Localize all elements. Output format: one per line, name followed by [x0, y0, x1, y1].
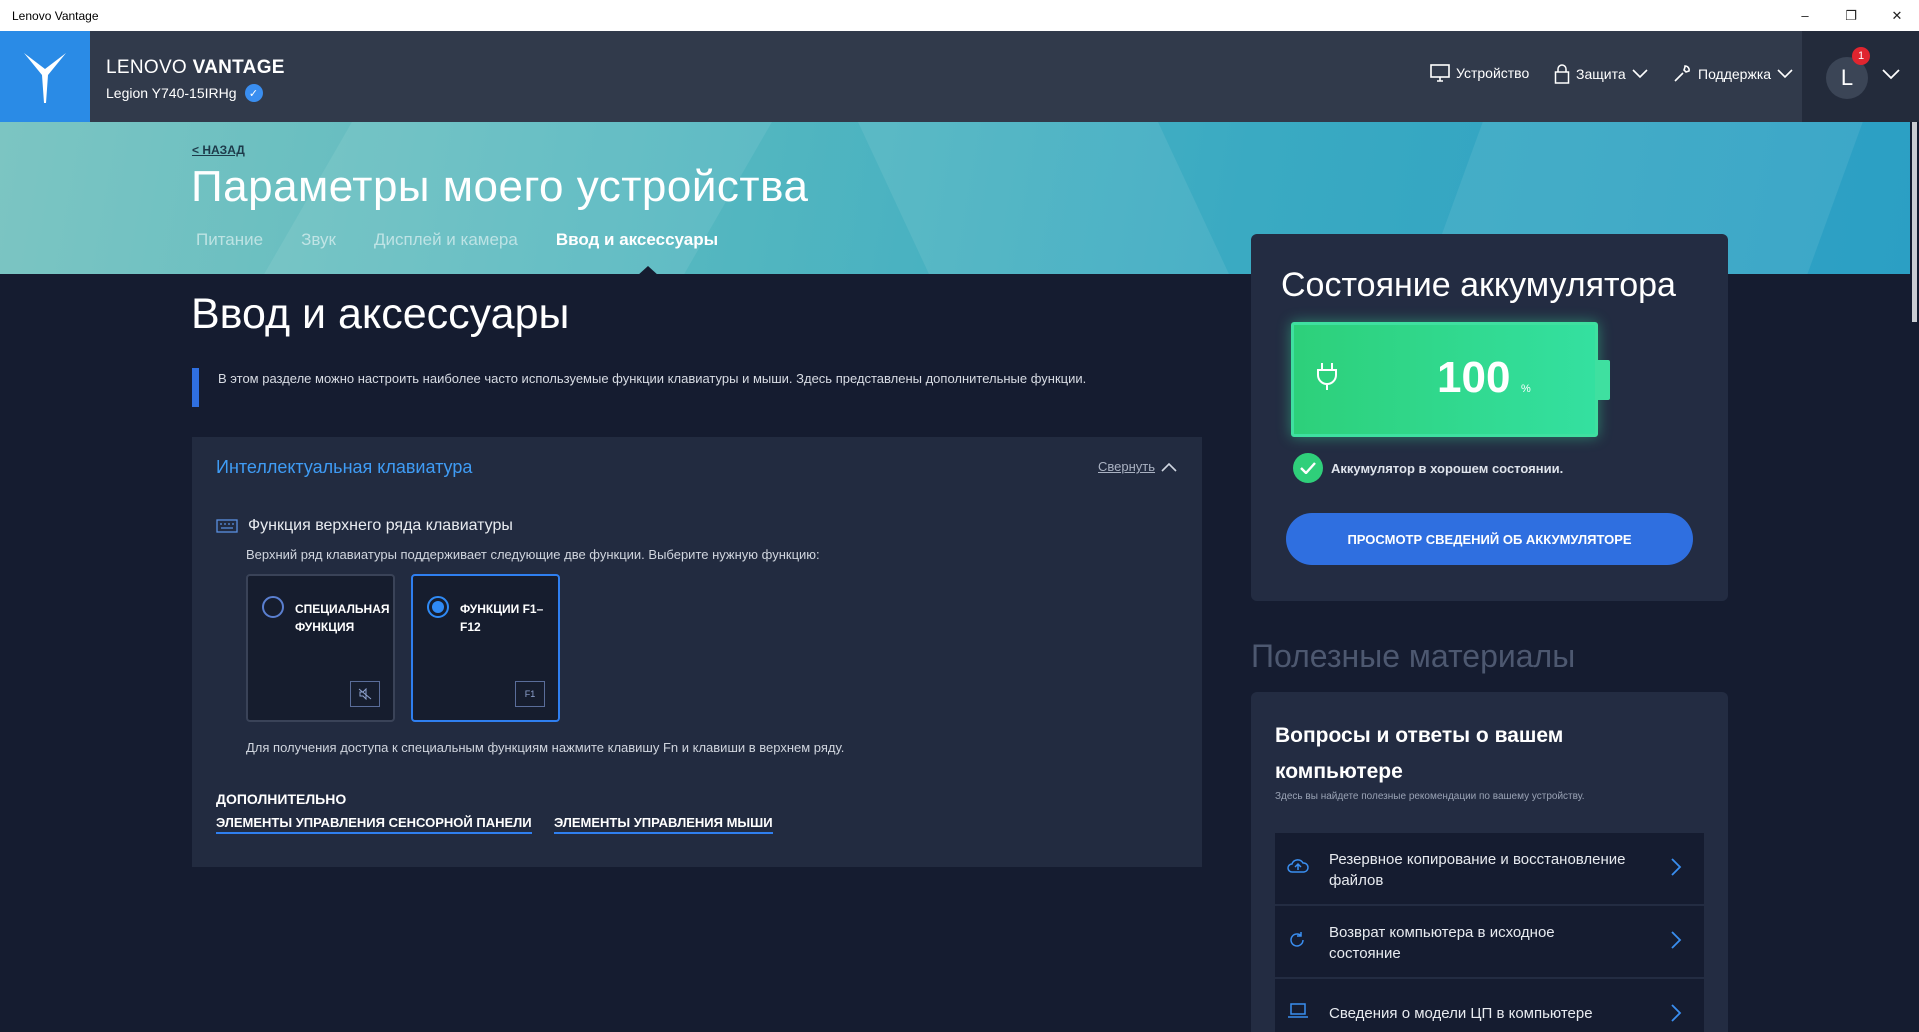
radio-f1-f12[interactable]	[427, 596, 449, 618]
feature-title: Функция верхнего ряда клавиатуры	[248, 517, 513, 534]
back-link[interactable]: < НАЗАД	[192, 143, 245, 157]
faq-item-backup[interactable]: Резервное копирование и восстановление ф…	[1275, 833, 1704, 905]
collapse-button[interactable]: Свернуть	[1098, 459, 1177, 474]
chevron-down-icon	[1632, 69, 1648, 79]
lenovo-logo[interactable]	[0, 31, 90, 122]
chevron-right-icon	[1671, 931, 1682, 949]
mouse-controls-link[interactable]: ЭЛЕМЕНТЫ УПРАВЛЕНИЯ МЫШИ	[554, 815, 773, 834]
faq-item-label: Возврат компьютера в исходное состояние	[1329, 924, 1555, 962]
battery-details-button[interactable]: ПРОСМОТР СВЕДЕНИЙ ОБ АККУМУЛЯТОРЕ	[1286, 513, 1693, 565]
f1-key-icon: F1	[515, 681, 545, 707]
useful-materials-heading: Полезные материалы	[1251, 638, 1576, 674]
option-special-function[interactable]: СПЕЦИАЛЬНАЯ ФУНКЦИЯ	[246, 574, 395, 722]
settings-tabs: Питание Звук Дисплей и камера Ввод и акс…	[196, 230, 756, 250]
feature-header: Функция верхнего ряда клавиатуры	[216, 517, 513, 535]
device-model: Legion Y740-15IRHg ✓	[106, 84, 263, 102]
monitor-icon	[1430, 64, 1450, 82]
cloud-upload-icon	[1287, 859, 1309, 873]
active-tab-indicator	[637, 266, 659, 274]
scrollbar-thumb[interactable]	[1912, 122, 1917, 322]
lock-icon	[1554, 64, 1570, 84]
battery-percent-unit: %	[1521, 383, 1531, 395]
brand-light: LENOVO	[106, 57, 193, 78]
chevron-up-icon	[1161, 462, 1177, 472]
touchpad-controls-link[interactable]: ЭЛЕМЕНТЫ УПРАВЛЕНИЯ СЕНСОРНОЙ ПАНЕЛИ	[216, 815, 532, 834]
window-title: Lenovo Vantage	[12, 9, 99, 23]
battery-tip	[1598, 360, 1610, 400]
feature-description: Верхний ряд клавиатуры поддерживает след…	[246, 547, 820, 562]
faq-subtitle: Здесь вы найдете полезные рекомендации п…	[1275, 791, 1585, 802]
battery-status: Аккумулятор в хорошем состоянии.	[1293, 453, 1563, 483]
notification-badge: 1	[1852, 47, 1870, 65]
faq-item-reset[interactable]: Возврат компьютера в исходное состояние	[1275, 906, 1704, 978]
collapse-label: Свернуть	[1098, 459, 1156, 474]
additional-heading: ДОПОЛНИТЕЛЬНО	[216, 791, 347, 807]
option-f1-f12[interactable]: ФУНКЦИИ F1–F12 F1	[411, 574, 560, 722]
tab-input-accessories[interactable]: Ввод и аксессуары	[556, 230, 718, 250]
faq-item-label: Резервное копирование и восстановление ф…	[1329, 851, 1626, 889]
option-label: ФУНКЦИИ F1–F12	[460, 602, 544, 634]
battery-gauge: 100 %	[1291, 322, 1598, 437]
user-menu[interactable]: L 1	[1802, 31, 1919, 122]
check-icon	[1293, 453, 1323, 483]
page-title: Параметры моего устройства	[191, 162, 809, 211]
option-label: СПЕЦИАЛЬНАЯ ФУНКЦИЯ	[295, 602, 390, 634]
smart-keyboard-card: Интеллектуальная клавиатура Свернуть Фун…	[192, 437, 1202, 867]
close-button[interactable]: ✕	[1874, 0, 1919, 31]
brand-bold: VANTAGE	[192, 57, 285, 78]
tab-audio[interactable]: Звук	[301, 230, 336, 250]
nav-support[interactable]: Поддержка	[1672, 64, 1793, 84]
battery-percent: 100	[1437, 353, 1511, 402]
battery-title: Состояние аккумулятора	[1281, 266, 1676, 304]
mute-key-icon	[350, 681, 380, 707]
minimize-button[interactable]: –	[1782, 0, 1828, 31]
nav-protection-label: Защита	[1576, 66, 1626, 82]
fn-hint: Для получения доступа к специальным функ…	[246, 740, 845, 755]
nav-device[interactable]: Устройство	[1430, 64, 1529, 82]
wrench-icon	[1674, 65, 1690, 82]
keyboard-icon	[216, 519, 238, 533]
radio-special-function[interactable]	[262, 596, 284, 618]
verified-icon: ✓	[244, 84, 263, 102]
window-titlebar: Lenovo Vantage – ❐ ✕	[0, 0, 1919, 31]
card-title[interactable]: Интеллектуальная клавиатура	[216, 457, 472, 478]
section-title: Ввод и аксессуары	[191, 290, 570, 338]
battery-card: Состояние аккумулятора 100 % Аккумулятор…	[1251, 234, 1728, 601]
banner-facet	[848, 122, 1252, 274]
tab-display-camera[interactable]: Дисплей и камера	[374, 230, 518, 250]
vantage-logo-icon	[24, 52, 66, 103]
chevron-down-icon	[1777, 69, 1793, 79]
refresh-icon	[1290, 932, 1304, 947]
laptop-icon	[1288, 1003, 1308, 1018]
chevron-down-icon[interactable]	[1882, 69, 1900, 80]
maximize-button[interactable]: ❐	[1828, 0, 1874, 31]
faq-item-label: Сведения о модели ЦП в компьютере	[1329, 1005, 1593, 1022]
tab-power[interactable]: Питание	[196, 230, 263, 250]
chevron-right-icon	[1671, 1004, 1682, 1022]
info-accent-bar	[192, 368, 199, 407]
plug-icon	[1317, 363, 1337, 390]
nav-device-label: Устройство	[1456, 65, 1530, 81]
section-description: В этом разделе можно настроить наиболее …	[218, 371, 1087, 386]
chevron-right-icon	[1671, 858, 1682, 876]
faq-item-cpu[interactable]: Сведения о модели ЦП в компьютере	[1275, 979, 1704, 1032]
device-model-label: Legion Y740-15IRHg	[106, 85, 237, 101]
faq-card: Вопросы и ответы о вашем компьютере Здес…	[1251, 692, 1728, 1032]
app-header: LENOVO VANTAGE Legion Y740-15IRHg ✓ Устр…	[0, 31, 1919, 122]
faq-title: Вопросы и ответы о вашем компьютере	[1275, 724, 1564, 783]
nav-protection[interactable]: Защита	[1554, 64, 1648, 84]
brand-name: LENOVO VANTAGE	[106, 57, 285, 79]
battery-status-text: Аккумулятор в хорошем состоянии.	[1331, 460, 1564, 476]
nav-support-label: Поддержка	[1698, 66, 1772, 82]
